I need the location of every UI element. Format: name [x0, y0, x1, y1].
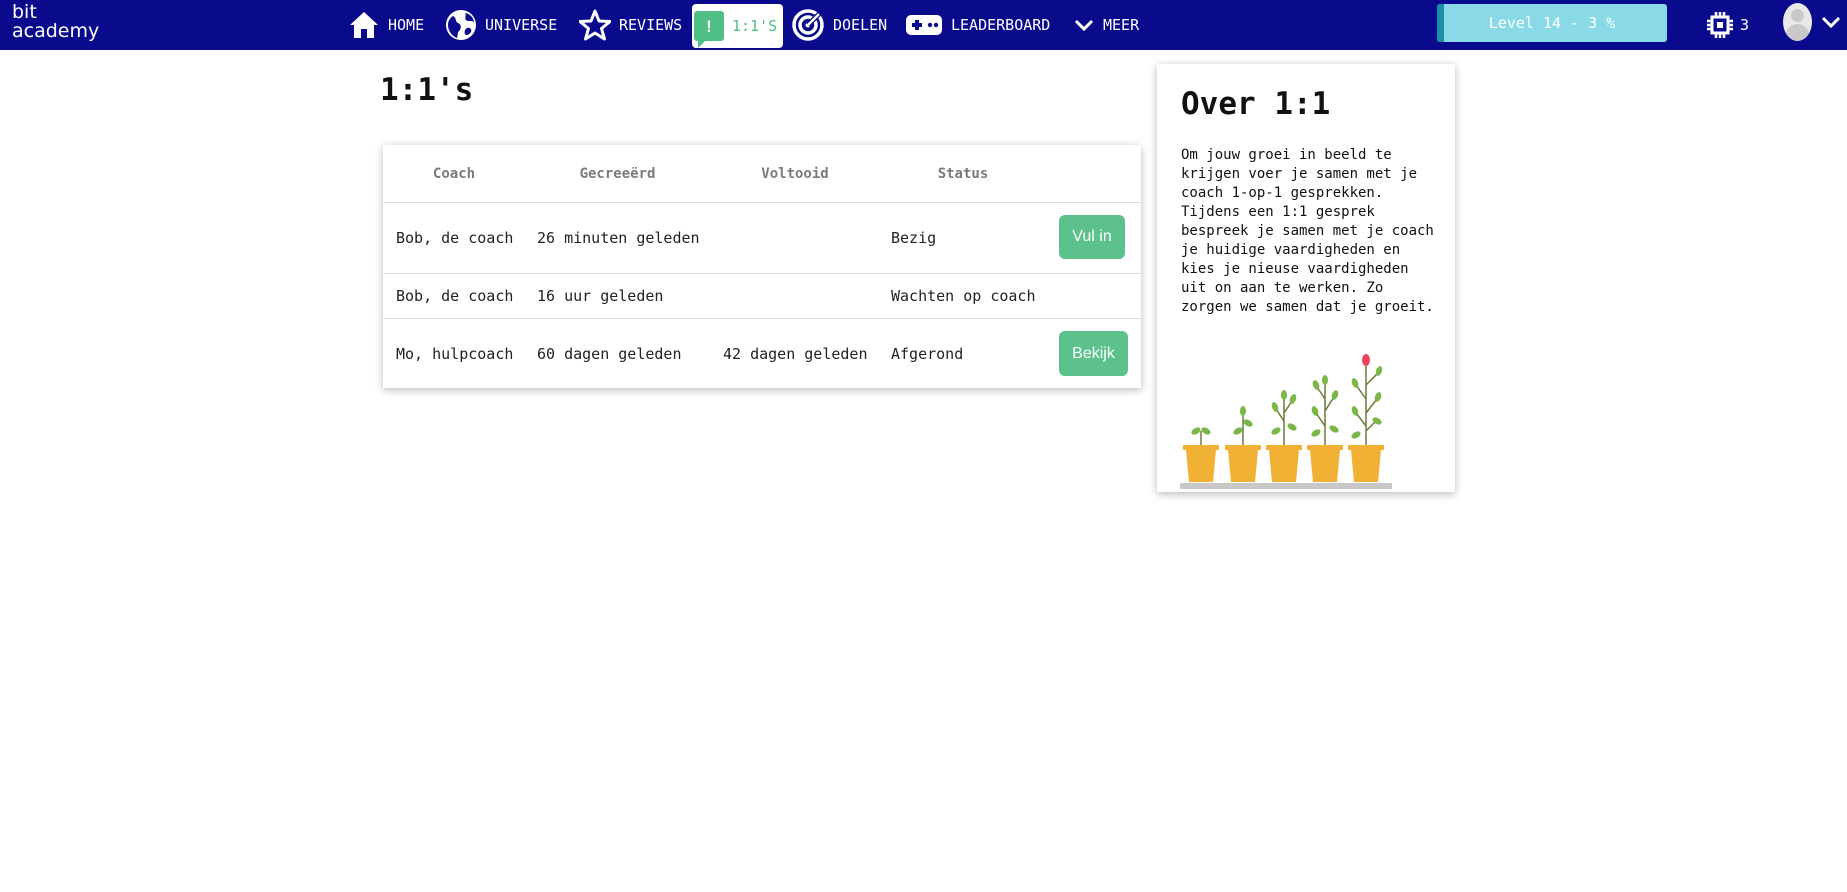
home-icon — [350, 12, 378, 38]
nav-meer-label: MEER — [1103, 16, 1140, 34]
chip-icon — [1707, 12, 1733, 38]
cell-completed: 42 dagen geleden — [723, 344, 868, 363]
table-row: Bob, de coach 16 uur geleden Wachten op … — [383, 274, 1141, 319]
gamepad-icon — [906, 15, 942, 35]
nav-leaderboard[interactable]: LEADERBOARD — [905, 0, 1050, 50]
nav-doelen-label: DOELEN — [833, 16, 888, 34]
cell-status: Wachten op coach — [891, 287, 1036, 305]
nav-meer[interactable]: MEER — [1073, 0, 1139, 50]
bit-academy-logo[interactable]: bit academy — [12, 3, 99, 41]
star-icon — [579, 9, 611, 41]
cell-created: 16 uur geleden — [537, 287, 664, 305]
nav-one-on-ones-label: 1:1'S — [732, 17, 778, 35]
flower-bud — [1362, 354, 1370, 366]
about-text: Om jouw groei in beeld te krijgen voer j… — [1181, 147, 1434, 315]
column-header-created: Gecreeërd — [579, 165, 656, 182]
cell-coach: Bob, de coach — [396, 229, 514, 247]
about-card: Over 1:1 Om jouw groei in beeld te krijg… — [1157, 64, 1455, 492]
chip-count: 3 — [1740, 16, 1750, 34]
chip-counter[interactable]: 3 — [1706, 0, 1749, 50]
level-label: Level 14 - 3 % — [1488, 14, 1616, 32]
nav-universe[interactable]: UNIVERSE — [445, 0, 557, 50]
nav-doelen[interactable]: DOELEN — [791, 0, 887, 50]
user-menu[interactable] — [1783, 0, 1842, 44]
column-header-completed: Voltooid — [761, 165, 829, 182]
view-button[interactable]: Bekijk — [1059, 331, 1128, 376]
one-on-ones-table: Coach Gecreeërd Voltooid Status Bob, de … — [383, 145, 1141, 388]
target-icon — [792, 9, 824, 41]
about-title: Over 1:1 — [1181, 86, 1331, 122]
growing-plants-illustration — [1180, 354, 1392, 489]
table-row: Bob, de coach 26 minuten geleden Bezig V… — [383, 203, 1141, 274]
nav-reviews[interactable]: REVIEWS — [579, 0, 682, 50]
fill-in-button[interactable]: Vul in — [1059, 215, 1125, 259]
column-header-coach: Coach — [432, 165, 476, 182]
cell-status: Afgerond — [891, 344, 964, 363]
cell-coach: Mo, hulpcoach — [396, 344, 514, 363]
cell-created: 60 dagen geleden — [537, 344, 682, 363]
nav-home-label: HOME — [388, 16, 425, 34]
table-row: Mo, hulpcoach 60 dagen geleden 42 dagen … — [383, 319, 1141, 388]
nav-leaderboard-label: LEADERBOARD — [951, 16, 1051, 34]
nav-one-on-ones[interactable]: ! 1:1'S — [692, 4, 784, 48]
page-title: 1:1's — [380, 72, 474, 108]
table-header: Coach Gecreeërd Voltooid Status — [383, 145, 1141, 203]
cell-created: 26 minuten geleden — [537, 229, 700, 247]
cell-coach: Bob, de coach — [396, 287, 514, 305]
logo-line-2: academy — [12, 20, 100, 42]
chevron-down-icon — [1074, 19, 1094, 32]
column-header-status: Status — [937, 165, 989, 182]
nav-reviews-label: REVIEWS — [619, 16, 683, 34]
avatar[interactable] — [1783, 3, 1812, 41]
chat-alert-icon: ! — [694, 11, 724, 48]
cell-status: Bezig — [891, 229, 937, 247]
globe-icon — [446, 10, 476, 40]
chevron-down-icon[interactable] — [1820, 14, 1842, 30]
level-progress-bar[interactable]: Level 14 - 3 % — [1437, 4, 1667, 42]
top-navigation-bar: bit academy HOME UNIVERSE REVIEWS ! 1:1'… — [0, 0, 1847, 50]
nav-universe-label: UNIVERSE — [485, 16, 558, 34]
nav-home[interactable]: HOME — [348, 0, 424, 50]
